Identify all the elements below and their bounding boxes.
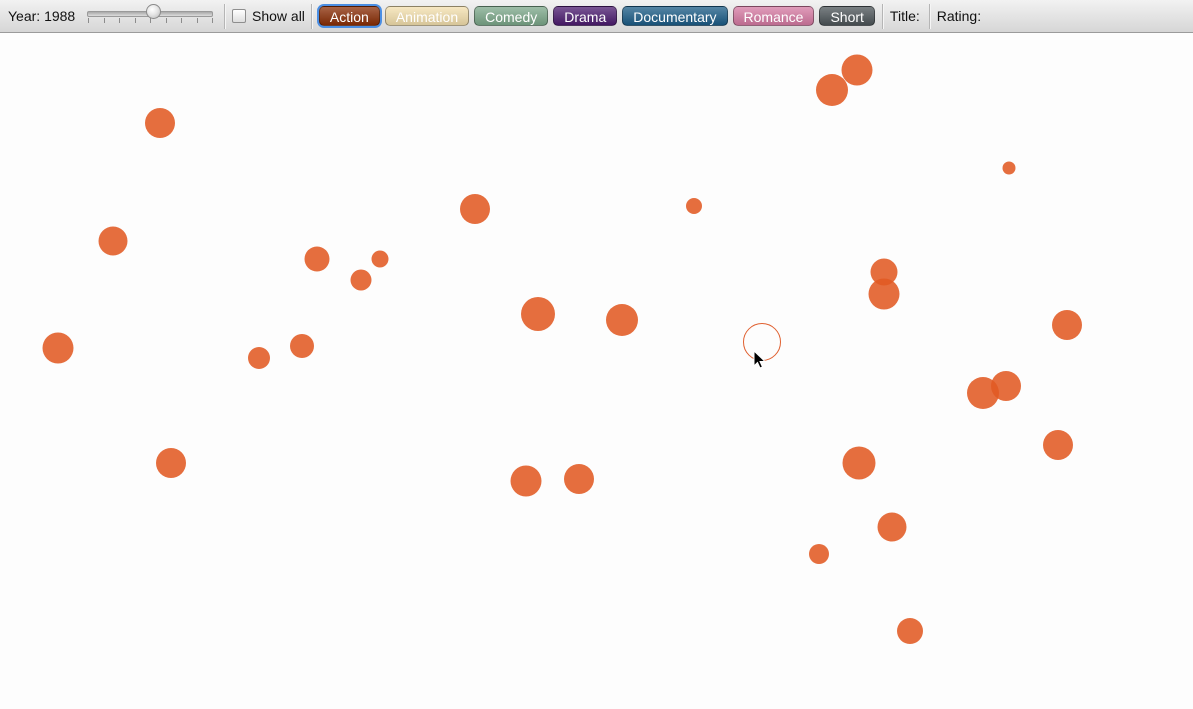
movie-dot[interactable] bbox=[304, 246, 330, 272]
movie-dot[interactable] bbox=[156, 448, 186, 478]
movie-dot[interactable] bbox=[42, 332, 74, 364]
genre-button-animation[interactable]: Animation bbox=[384, 6, 470, 26]
show-all-checkbox[interactable]: Show all bbox=[232, 8, 305, 24]
movie-dot[interactable] bbox=[145, 108, 175, 138]
movie-dot[interactable] bbox=[877, 512, 907, 542]
movie-dot[interactable] bbox=[841, 54, 873, 86]
show-all-label: Show all bbox=[252, 8, 305, 24]
movie-dot[interactable] bbox=[842, 446, 876, 480]
rating-label: Rating: bbox=[936, 8, 982, 24]
genre-button-documentary[interactable]: Documentary bbox=[622, 6, 728, 26]
movie-dot[interactable] bbox=[564, 464, 594, 494]
movie-dot[interactable] bbox=[460, 194, 490, 224]
genre-button-group: Action Animation Comedy Drama Documentary Rom… bbox=[318, 6, 880, 26]
toolbar-separator bbox=[928, 3, 931, 29]
movie-dot[interactable] bbox=[371, 250, 389, 268]
genre-button-drama[interactable]: Drama bbox=[553, 6, 618, 26]
movie-dot[interactable] bbox=[1043, 430, 1073, 460]
toolbar-separator bbox=[881, 3, 884, 29]
toolbar: Year: 1988 Show all Action Animation Comed… bbox=[0, 0, 1193, 33]
movie-dot[interactable] bbox=[868, 278, 900, 310]
movie-dot[interactable] bbox=[897, 618, 923, 644]
arrow-pointer-icon bbox=[753, 350, 767, 369]
movie-dot[interactable] bbox=[1002, 161, 1016, 175]
movie-dot[interactable] bbox=[521, 297, 555, 331]
movie-dot[interactable] bbox=[98, 226, 128, 256]
movie-dot[interactable] bbox=[686, 198, 702, 214]
genre-button-romance[interactable]: Romance bbox=[732, 6, 815, 26]
movie-dot[interactable] bbox=[248, 347, 270, 369]
movie-dot[interactable] bbox=[510, 465, 542, 497]
movie-dot[interactable] bbox=[816, 74, 848, 106]
movie-dot[interactable] bbox=[809, 544, 829, 564]
movie-dot[interactable] bbox=[606, 304, 638, 336]
slider-thumb[interactable] bbox=[146, 4, 161, 19]
toolbar-separator bbox=[224, 3, 226, 29]
year-slider[interactable] bbox=[86, 4, 214, 28]
movie-dot[interactable] bbox=[967, 377, 999, 409]
year-label: Year: 1988 bbox=[8, 8, 76, 24]
title-label: Title: bbox=[889, 8, 920, 24]
movie-dot[interactable] bbox=[290, 334, 314, 358]
checkbox-box[interactable] bbox=[232, 9, 246, 23]
movie-dot[interactable] bbox=[350, 269, 372, 291]
movie-scatter-canvas[interactable] bbox=[0, 34, 1193, 709]
genre-button-action[interactable]: Action bbox=[318, 6, 380, 26]
toolbar-separator bbox=[310, 3, 313, 29]
genre-button-comedy[interactable]: Comedy bbox=[474, 6, 549, 26]
slider-ticks bbox=[88, 18, 213, 24]
genre-button-short[interactable]: Short bbox=[819, 6, 875, 26]
movie-dot[interactable] bbox=[1052, 310, 1082, 340]
